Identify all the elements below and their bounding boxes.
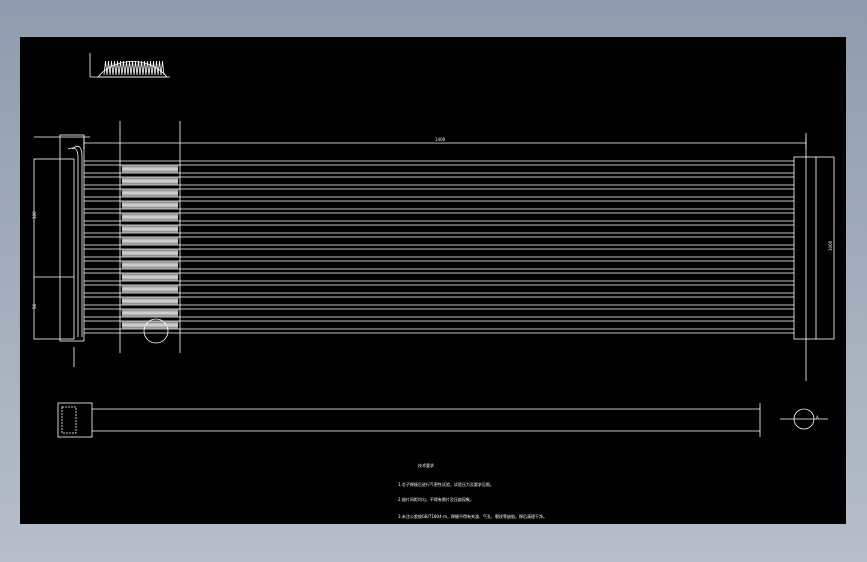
bottom-view [57,402,828,438]
cad-viewport[interactable]: 1400 100 56 1000 A 技术要求 1.芯子焊接后进行气密性试验，试… [20,37,846,524]
dim-height-right: 1000 [828,240,833,251]
cad-drawing: 1400 100 56 1000 A [32,53,835,438]
front-view [33,121,835,381]
note-item-1: 1.芯子焊接后进行气密性试验，试验压力及要求见图。 [398,482,494,487]
fin-row [121,248,179,258]
fin-row [121,176,179,186]
fin-row [121,272,179,282]
fin-row [121,212,179,222]
fin-row [121,308,179,318]
fin-row [121,164,179,174]
fin-row [121,236,179,246]
dome-fin-row [103,60,165,76]
fin-row [121,200,179,210]
notes-title: 技术要求 [418,463,434,468]
fin-row [121,284,179,294]
fin-row [121,224,179,234]
dim-height-lower: 56 [32,303,37,309]
dim-height-left: 100 [32,211,37,219]
fin-row [121,320,179,330]
note-item-3: 3.未注公差按GB/T1804-m，焊缝不得有夹渣、气孔、裂纹等缺陷，焊后清理干… [398,514,547,519]
note-item-2: 2.翅片间距均匀，不得有倒片及压扁现象。 [398,497,474,502]
fin-row [121,260,179,270]
fin-row [121,188,179,198]
section-label: A [816,415,819,420]
dim-overall-length: 1400 [435,137,446,142]
fin-row [121,296,179,306]
detail-fin-view [89,53,170,78]
